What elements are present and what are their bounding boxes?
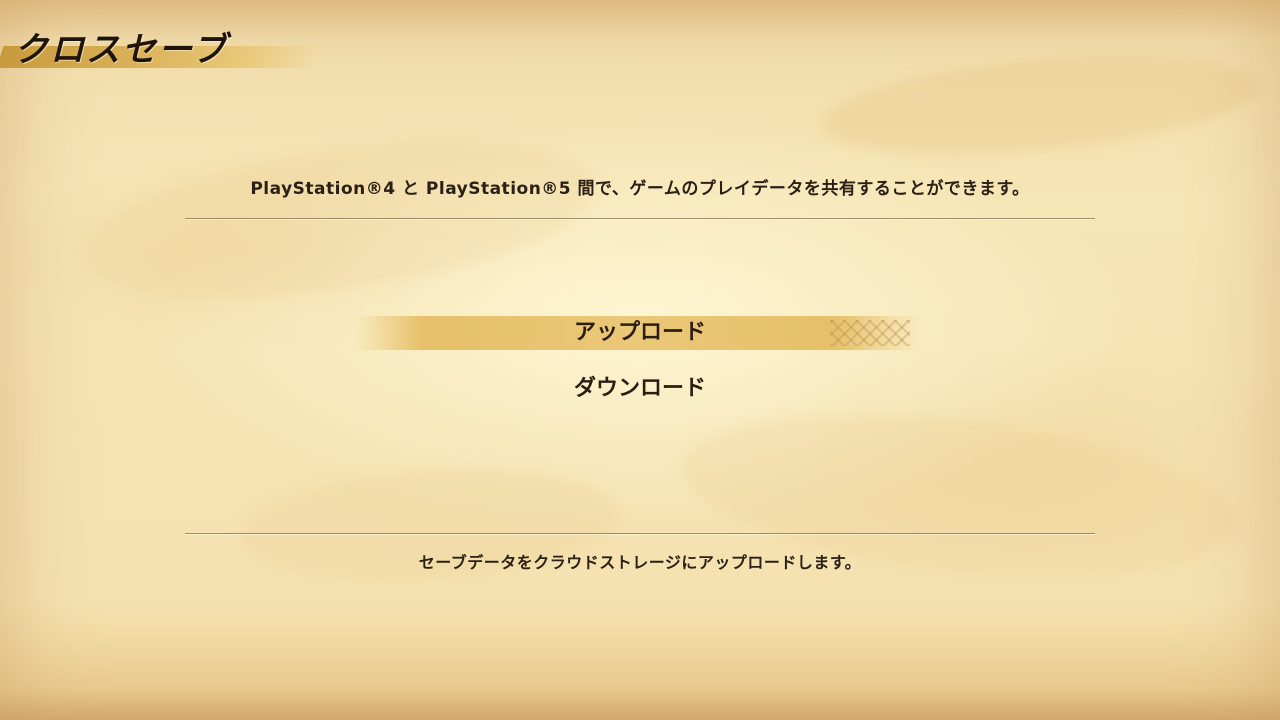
paper-texture bbox=[72, 114, 608, 326]
paper-texture bbox=[816, 40, 1264, 170]
screen-title: クロスセーブ bbox=[14, 30, 228, 70]
vignette bbox=[0, 0, 1280, 720]
upload-option-label: アップロード bbox=[573, 320, 706, 345]
divider-top bbox=[185, 218, 1095, 219]
screen-title-banner: クロスセーブ bbox=[0, 16, 330, 72]
download-option-label: ダウンロード bbox=[573, 376, 706, 401]
help-text: セーブデータをクラウドストレージにアップロードします。 bbox=[418, 553, 862, 572]
description-text: PlayStation®4 と PlayStation®5 間で、ゲームのプレイ… bbox=[250, 179, 1030, 199]
upload-option[interactable]: アップロード bbox=[0, 316, 1280, 350]
divider-bottom bbox=[185, 533, 1095, 534]
download-option[interactable]: ダウンロード bbox=[0, 372, 1280, 406]
